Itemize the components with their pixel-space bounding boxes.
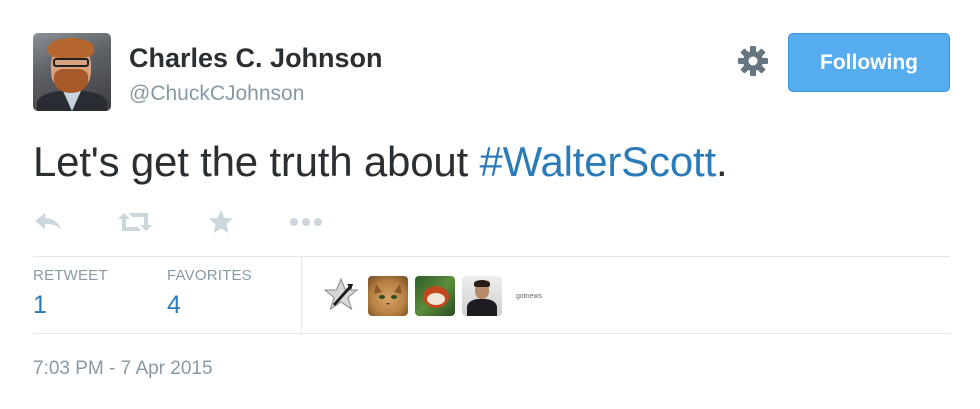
tweet-text-body: Let's get the truth about [33, 138, 480, 185]
favoriter-avatar-5[interactable]: gotnews [509, 276, 549, 316]
more-icon[interactable] [289, 205, 329, 239]
tweet-header: Charles C. Johnson @ChuckCJohnson Follow… [33, 33, 950, 113]
reply-icon[interactable] [33, 205, 73, 239]
author-avatar[interactable] [33, 33, 111, 111]
favoriter-avatars: gotnews [321, 276, 549, 316]
retweet-stat[interactable]: RETWEET 1 [33, 267, 108, 320]
following-button[interactable]: Following [788, 33, 950, 92]
retweet-label: RETWEET [33, 267, 108, 284]
favoriter-avatar-3[interactable] [415, 276, 455, 316]
favorites-stat[interactable]: FAVORITES 4 [167, 267, 252, 320]
tweet-timestamp[interactable]: 7:03 PM - 7 Apr 2015 [33, 358, 213, 380]
retweet-icon[interactable] [118, 205, 158, 239]
retweet-count: 1 [33, 291, 47, 319]
tweet-text-end: . [715, 138, 728, 185]
tweet-stats: RETWEET 1 FAVORITES 4 gotnews [33, 256, 950, 334]
tweet-actions [33, 205, 353, 239]
tweet-text: Let's get the truth about #WalterScott. [33, 138, 728, 186]
author-handle[interactable]: @ChuckCJohnson [129, 82, 304, 106]
stats-divider [301, 257, 302, 334]
favoriter-avatar-4[interactable] [462, 276, 502, 316]
author-name[interactable]: Charles C. Johnson [129, 43, 383, 74]
favorites-label: FAVORITES [167, 267, 252, 284]
favoriter-avatar-1[interactable] [321, 276, 361, 316]
favorites-count: 4 [167, 291, 181, 319]
gear-icon[interactable] [736, 44, 770, 78]
favorite-icon[interactable] [207, 205, 247, 239]
hashtag-link[interactable]: #WalterScott [479, 138, 716, 185]
favoriter-avatar-2[interactable] [368, 276, 408, 316]
